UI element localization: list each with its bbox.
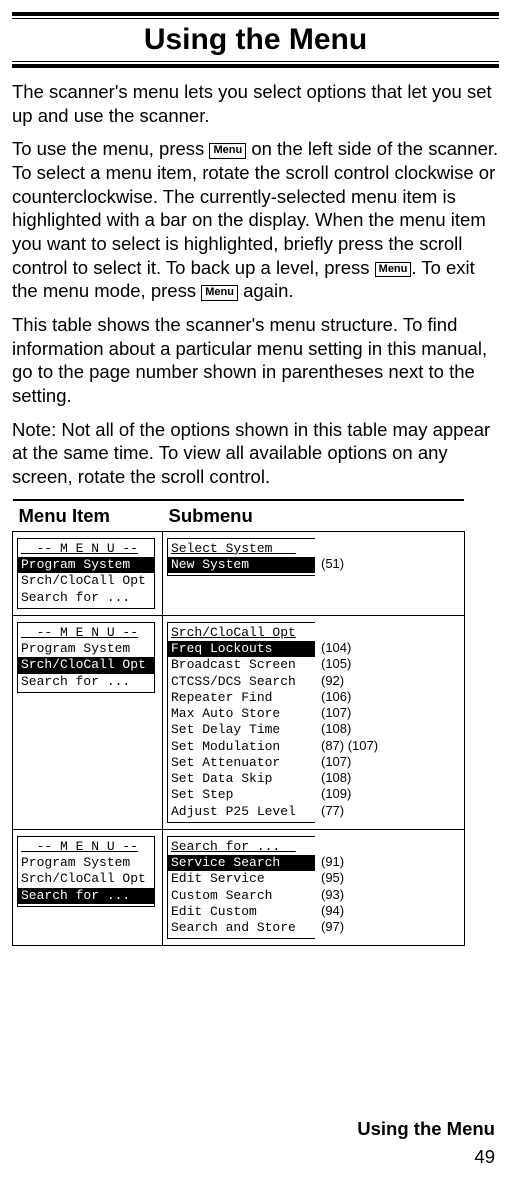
footer-title: Using the Menu [357,1118,495,1140]
screen-line: Srch/CloCall Opt [18,573,154,589]
screen-line: Set Step [168,787,315,803]
page-ref [321,540,344,556]
header-rules [12,12,499,19]
screen-line: Search and Store [168,920,315,936]
page-title: Using the Menu [12,23,499,57]
table-row: -- M E N U --Program SystemSrch/CloCall … [13,615,465,829]
page-ref: (105) [321,656,378,672]
screen-line: -- M E N U -- [18,625,154,641]
screen-line: Srch/CloCall Opt [168,625,315,641]
screen-line: Custom Search [168,888,315,904]
screen-line: Max Auto Store [168,706,315,722]
screen-line: Program System [18,855,154,871]
submenu-cell: Search for ... Service Search Edit Servi… [163,829,465,946]
col-header-submenu: Submenu [163,500,465,532]
page-refs: (51) [321,538,344,573]
screen-line: Srch/CloCall Opt [18,657,154,673]
col-header-menu-item: Menu Item [13,500,163,532]
menu-screen: -- M E N U --Program System Srch/CloCall… [17,538,155,609]
screen-line: New System [168,557,315,573]
page-ref: (94) [321,903,344,919]
menu-item-cell: -- M E N U --Program System Srch/CloCall… [13,531,163,615]
submenu-cell: Srch/CloCall OptFreq Lockouts Broadcast … [163,615,465,829]
screen-line: Freq Lockouts [168,641,315,657]
menu-item-cell: -- M E N U --Program SystemSrch/CloCall … [13,615,163,829]
submenu-screen: Select System New System [167,538,315,577]
page-ref: (107) [321,754,378,770]
submenu-cell: Select System New System (51) [163,531,465,615]
page-ref: (106) [321,689,378,705]
usage-paragraph: To use the menu, press Menu on the left … [12,137,499,303]
screen-line: -- M E N U -- [18,839,154,855]
body-text: The scanner's menu lets you select optio… [12,80,499,489]
screen-line: Search for ... [168,839,315,855]
screen-line: Broadcast Screen [168,657,315,673]
screen-line: Edit Custom [168,904,315,920]
page-ref [321,624,378,640]
screen-line: Set Data Skip [168,771,315,787]
screen-line: Srch/CloCall Opt [18,871,154,887]
page-number: 49 [474,1146,495,1168]
menu-key-icon: Menu [375,262,412,277]
table-intro-paragraph: This table shows the scanner's menu stru… [12,313,499,408]
menu-screen: -- M E N U --Program SystemSrch/CloCall … [17,836,155,907]
page-ref [321,838,344,854]
page-ref: (93) [321,887,344,903]
submenu-screen: Srch/CloCall OptFreq Lockouts Broadcast … [167,622,315,823]
page-ref: (97) [321,919,344,935]
screen-line: Search for ... [18,674,154,690]
screen-line: Set Delay Time [168,722,315,738]
page-ref: (77) [321,803,378,819]
table-row: -- M E N U --Program SystemSrch/CloCall … [13,829,465,946]
screen-line: -- M E N U -- [18,541,154,557]
menu-structure-table: Menu Item Submenu -- M E N U --Program S… [12,499,465,947]
page-refs: (91)(95)(93)(94)(97) [321,836,344,936]
screen-line: Search for ... [18,888,154,904]
screen-line: Program System [18,641,154,657]
submenu-screen: Search for ... Service Search Edit Servi… [167,836,315,940]
note-paragraph: Note: Not all of the options shown in th… [12,418,499,489]
screen-line: Set Modulation [168,739,315,755]
screen-line: Search for ... [18,590,154,606]
menu-key-icon: Menu [209,143,246,158]
screen-line: Program System [18,557,154,573]
menu-screen: -- M E N U --Program SystemSrch/CloCall … [17,622,155,693]
screen-line: Set Attenuator [168,755,315,771]
screen-line: Edit Service [168,871,315,887]
screen-line: Select System [168,541,315,557]
page-ref: (104) [321,640,378,656]
page-ref: (95) [321,870,344,886]
menu-key-icon: Menu [201,285,238,300]
screen-line: Service Search [168,855,315,871]
intro-paragraph: The scanner's menu lets you select optio… [12,80,499,127]
menu-item-cell: -- M E N U --Program SystemSrch/CloCall … [13,829,163,946]
page-ref: (91) [321,854,344,870]
table-row: -- M E N U --Program System Srch/CloCall… [13,531,465,615]
page-ref: (107) [321,705,378,721]
page-ref: (51) [321,556,344,572]
page-ref: (108) [321,721,378,737]
header-rules-below [12,61,499,68]
screen-line: CTCSS/DCS Search [168,674,315,690]
page-ref: (108) [321,770,378,786]
page-ref: (109) [321,786,378,802]
screen-line: Adjust P25 Level [168,804,315,820]
page-ref: (92) [321,673,378,689]
screen-line: Repeater Find [168,690,315,706]
page-refs: (104)(105)(92)(106)(107)(108)(87) (107)(… [321,622,378,819]
page-ref: (87) (107) [321,738,378,754]
